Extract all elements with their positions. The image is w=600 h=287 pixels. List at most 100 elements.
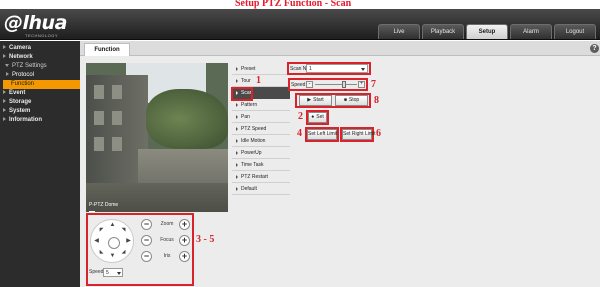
set-label: Set bbox=[316, 114, 324, 120]
video-window bbox=[94, 111, 104, 125]
menu-arrow-icon bbox=[236, 78, 238, 83]
sidebar-item-protocol[interactable]: Protocol bbox=[0, 71, 80, 80]
nav-tab-setup[interactable]: Setup bbox=[466, 24, 508, 39]
annotation-number-3-5: 3 - 5 bbox=[196, 234, 215, 245]
menu-item-time-task[interactable]: Time Task bbox=[232, 159, 290, 171]
video-preview: P-PTZ Dome bbox=[86, 63, 228, 212]
annotation-number-2: 2 bbox=[298, 111, 303, 122]
arrow-up-right-icon[interactable]: ◥ bbox=[120, 227, 127, 234]
set-left-limit-button[interactable]: Set Left Limit bbox=[307, 129, 337, 140]
menu-item-tour[interactable]: Tour bbox=[232, 75, 290, 87]
menu-arrow-icon bbox=[236, 138, 238, 143]
play-icon: ▶ bbox=[307, 97, 312, 103]
iris-minus-button[interactable]: − bbox=[141, 251, 152, 262]
menu-item-ptz-restart[interactable]: PTZ Restart bbox=[232, 171, 290, 183]
menu-item-powerup[interactable]: PowerUp bbox=[232, 147, 290, 159]
menu-item-label: Pan bbox=[241, 114, 250, 120]
iris-plus-button[interactable]: + bbox=[179, 251, 190, 262]
sidebar-item-camera[interactable]: Camera bbox=[0, 44, 80, 53]
speed-increase-button[interactable]: + bbox=[358, 81, 365, 88]
annotation-number-8: 8 bbox=[374, 95, 379, 106]
menu-item-default[interactable]: Default bbox=[232, 183, 290, 195]
zoom-plus-button[interactable]: + bbox=[179, 219, 190, 230]
collapse-arrow-icon bbox=[5, 63, 9, 67]
sidebar: Camera Network PTZ Settings Protocol Fun… bbox=[0, 41, 80, 287]
menu-item-label: Pattern bbox=[241, 102, 258, 108]
focus-label: Focus bbox=[160, 237, 174, 243]
sidebar-item-event[interactable]: Event bbox=[0, 89, 80, 98]
annotation-box-scan bbox=[231, 87, 253, 101]
nav-tab-playback[interactable]: Playback bbox=[422, 24, 464, 39]
menu-arrow-icon bbox=[236, 66, 238, 71]
arrow-right-icon[interactable]: ▶ bbox=[125, 238, 132, 245]
ptz-speed-label: Speed bbox=[89, 269, 104, 275]
arrow-up-icon[interactable]: ▲ bbox=[109, 222, 116, 229]
slider-thumb[interactable] bbox=[342, 81, 347, 88]
expand-arrow-icon bbox=[3, 108, 6, 113]
video-window bbox=[112, 111, 122, 125]
sidebar-item-information[interactable]: Information bbox=[0, 116, 80, 125]
sidebar-item-network[interactable]: Network bbox=[0, 53, 80, 62]
menu-arrow-icon bbox=[236, 114, 238, 119]
menu-arrow-icon bbox=[236, 174, 238, 179]
menu-item-label: PTZ Restart bbox=[241, 174, 268, 180]
menu-item-label: PTZ Speed bbox=[241, 126, 267, 132]
zoom-minus-button[interactable]: − bbox=[141, 219, 152, 230]
set-right-limit-button[interactable]: Set Right Limit bbox=[342, 129, 376, 140]
nav-tab-logout[interactable]: Logout bbox=[554, 24, 596, 39]
tab-function[interactable]: Function bbox=[84, 43, 130, 56]
expand-arrow-icon bbox=[3, 99, 6, 104]
arrow-up-left-icon[interactable]: ◤ bbox=[98, 227, 105, 234]
center-button[interactable] bbox=[108, 237, 120, 249]
menu-item-ptz-speed[interactable]: PTZ Speed bbox=[232, 123, 290, 135]
scan-no-select[interactable]: 1 bbox=[306, 64, 368, 73]
annotation-number-4: 4 bbox=[297, 128, 302, 139]
caption-text: Setup PTZ Function - Scan bbox=[235, 0, 352, 9]
expand-arrow-icon bbox=[6, 72, 9, 77]
menu-item-label: PowerUp bbox=[241, 150, 262, 156]
fullscreen-icon[interactable] bbox=[89, 211, 95, 212]
scan-speed-slider[interactable]: - + bbox=[306, 80, 366, 89]
help-icon[interactable]: ? bbox=[590, 44, 599, 53]
arrow-down-left-icon[interactable]: ◣ bbox=[98, 249, 105, 256]
menu-item-pan[interactable]: Pan bbox=[232, 111, 290, 123]
menu-arrow-icon bbox=[236, 126, 238, 131]
tab-bar: Function ? bbox=[80, 41, 600, 56]
sidebar-item-system[interactable]: System bbox=[0, 107, 80, 116]
chevron-down-icon bbox=[117, 272, 121, 275]
menu-item-preset[interactable]: Preset bbox=[232, 63, 290, 75]
menu-arrow-icon bbox=[236, 162, 238, 167]
set-button[interactable]: ● Set bbox=[308, 112, 327, 123]
sidebar-item-label: Camera bbox=[9, 45, 32, 51]
stop-button[interactable]: ■ Stop bbox=[335, 95, 368, 106]
menu-arrow-icon bbox=[236, 150, 238, 155]
menu-item-label: Time Task bbox=[241, 162, 264, 168]
sidebar-item-label: Information bbox=[9, 117, 42, 123]
focus-minus-button[interactable]: − bbox=[141, 235, 152, 246]
nav-tab-alarm[interactable]: Alarm bbox=[510, 24, 552, 39]
zoom-row: − Zoom + bbox=[141, 219, 193, 230]
menu-arrow-icon bbox=[236, 102, 238, 107]
app-header: @lhua TECHNOLOGY Live Playback Setup Ala… bbox=[0, 9, 600, 40]
function-menu: Preset Tour Scan Pattern Pan PTZ Speed I… bbox=[232, 63, 290, 195]
menu-item-label: Preset bbox=[241, 66, 256, 72]
scan-no-value: 1 bbox=[309, 66, 312, 72]
ptz-speed-select[interactable]: 5 bbox=[103, 268, 123, 277]
sidebar-item-storage[interactable]: Storage bbox=[0, 98, 80, 107]
sidebar-item-function[interactable]: Function bbox=[3, 80, 80, 89]
sidebar-item-ptz-settings[interactable]: PTZ Settings bbox=[0, 62, 80, 71]
arrow-down-right-icon[interactable]: ◢ bbox=[120, 249, 127, 256]
caption-bar: Setup PTZ Function - Scan bbox=[0, 0, 600, 9]
zoom-label: Zoom bbox=[160, 221, 174, 227]
arrow-down-icon[interactable]: ▼ bbox=[109, 253, 116, 260]
video-window bbox=[94, 137, 104, 151]
stop-label: Stop bbox=[348, 97, 360, 103]
focus-plus-button[interactable]: + bbox=[179, 235, 190, 246]
nav-tab-live[interactable]: Live bbox=[378, 24, 420, 39]
menu-item-idle-motion[interactable]: Idle Motion bbox=[232, 135, 290, 147]
speed-decrease-button[interactable]: - bbox=[306, 81, 313, 88]
video-overlay-text: P-PTZ Dome bbox=[89, 202, 119, 208]
video-window bbox=[112, 85, 122, 99]
arrow-left-icon[interactable]: ◀ bbox=[93, 238, 100, 245]
start-button[interactable]: ▶ Start bbox=[299, 95, 332, 106]
